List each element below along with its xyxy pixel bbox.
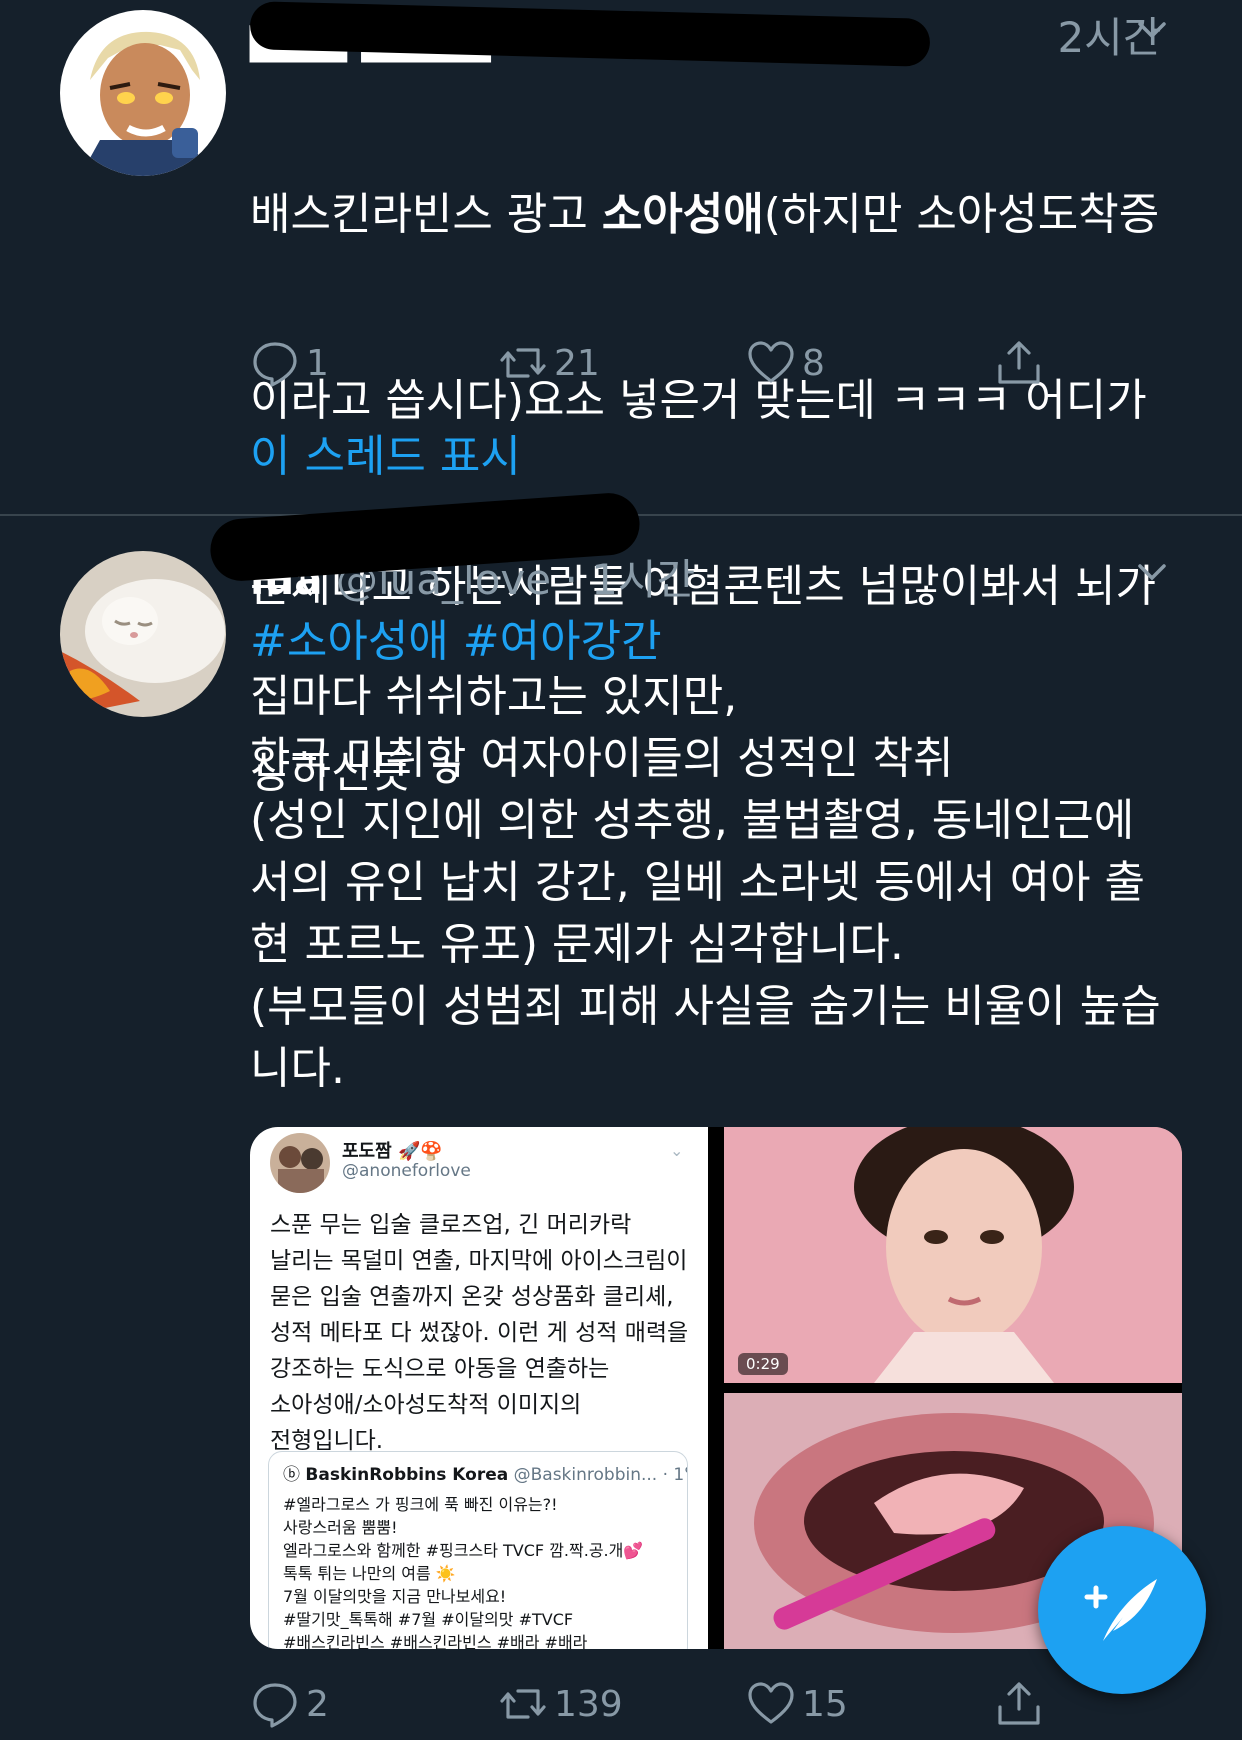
retweet-button[interactable]: 139	[498, 1679, 746, 1729]
retweet-button[interactable]: 21	[498, 338, 746, 388]
reply-count: 2	[306, 1683, 329, 1725]
media-image-quote-screenshot[interactable]: 포도짬 🚀🍄 @anoneforlove ⌄ 스푼 무는 입술 클로즈업, 긴 …	[250, 1127, 708, 1649]
retweet-icon	[500, 1689, 546, 1719]
tweet-text: 집마다 쉬쉬하고는 있지만, 한국 미취학 여자아이들의 성적인 착취 (성인 …	[250, 671, 1161, 1094]
quoted-tweet-header: ⓑ BaskinRobbins Korea @Baskinrobbin... ·…	[283, 1465, 688, 1485]
avatar[interactable]	[60, 551, 226, 717]
like-button[interactable]: 15	[746, 1679, 994, 1729]
reply-count: 1	[306, 342, 329, 384]
quote-author-name: 포도짬 🚀🍄	[342, 1141, 443, 1162]
like-icon	[748, 341, 794, 383]
like-button[interactable]: 8	[746, 338, 994, 388]
retweet-icon	[500, 348, 546, 378]
quoted-tweet-line: 엘라그로스와 함께한 #핑크스타 TVCF 깜.짝.공.개💕	[283, 1541, 644, 1560]
share-button[interactable]	[994, 1679, 1044, 1729]
show-thread-link[interactable]: 이 스레드 표시	[250, 420, 521, 484]
quote-text: 스푼 무는 입술 클로즈업, 긴 머리카락 날리는 목덜미 연출, 마지막에 아…	[270, 1212, 689, 1454]
quote-author-handle: @anoneforlove	[342, 1161, 471, 1181]
reply-button[interactable]: 1	[250, 338, 498, 388]
like-count: 8	[802, 342, 825, 384]
reply-icon	[253, 1683, 297, 1728]
retweet-count: 21	[554, 342, 600, 384]
timeline-feed: ▆▆▆ ▆▆▆▆ 2시간 배스킨라빈스 광고 소아성애(하지만 소아성도착증 이…	[0, 0, 1242, 1740]
tweet-text-line: 배스킨라빈스 광고 소아성애(하지만 소아성도착증	[250, 189, 1160, 240]
compose-tweet-button[interactable]	[1038, 1526, 1206, 1694]
chevron-down-icon: ⌄	[670, 1141, 684, 1160]
like-count: 15	[802, 1683, 848, 1725]
share-button[interactable]	[994, 338, 1044, 388]
retweet-count: 139	[554, 1683, 623, 1725]
avatar-image	[60, 10, 226, 176]
quoted-tweet-line: 사랑스러움 뿜뿜!	[283, 1518, 398, 1537]
reply-icon	[253, 342, 297, 387]
quote-avatar	[270, 1133, 330, 1193]
reply-button[interactable]: 2	[250, 1679, 498, 1729]
quoted-tweet-line: 톡톡 튀는 나만의 여름 ☀️	[283, 1564, 456, 1583]
quoted-tweet-line: 7월 이달의맛을 지금 만나보세요!	[283, 1587, 507, 1606]
share-icon	[998, 1682, 1040, 1725]
quoted-tweet: ⓑ BaskinRobbins Korea @Baskinrobbin... ·…	[268, 1451, 688, 1649]
tweet-actions: 2 139 15	[250, 1674, 1070, 1734]
avatar[interactable]	[60, 10, 226, 176]
tweet-actions: 1 21 8	[250, 333, 1070, 393]
quoted-tweet-line: #엘라그로스 가 핑크에 푹 빠진 이유는?!	[283, 1495, 558, 1514]
video-duration: 0:29	[738, 1353, 788, 1375]
chevron-down-icon[interactable]	[1132, 552, 1172, 592]
chevron-down-icon[interactable]	[1132, 10, 1172, 50]
compose-tweet-icon	[1084, 1579, 1157, 1641]
quoted-tweet-line: #딸기맛_톡톡해 #7월 #이달의맛 #TVCF	[283, 1610, 574, 1629]
tweet[interactable]: ▆▆▆ ▆▆▆▆ 2시간 배스킨라빈스 광고 소아성애(하지만 소아성도착증 이…	[0, 0, 1242, 798]
like-icon	[748, 1682, 794, 1724]
tweet-media-grid[interactable]: 포도짬 🚀🍄 @anoneforlove ⌄ 스푼 무는 입술 클로즈업, 긴 …	[250, 1127, 1182, 1649]
tweet-time: · 1시간	[564, 555, 696, 604]
tweet-hashtags[interactable]: #소아성애 #여아강간	[250, 605, 662, 669]
media-video-thumbnail[interactable]: 0:29	[724, 1127, 1182, 1383]
quoted-tweet-line: #배스킨라빈스 #배스킨라빈스 #배라 #배라	[283, 1633, 588, 1649]
share-icon	[998, 341, 1040, 384]
avatar-image	[60, 551, 226, 717]
